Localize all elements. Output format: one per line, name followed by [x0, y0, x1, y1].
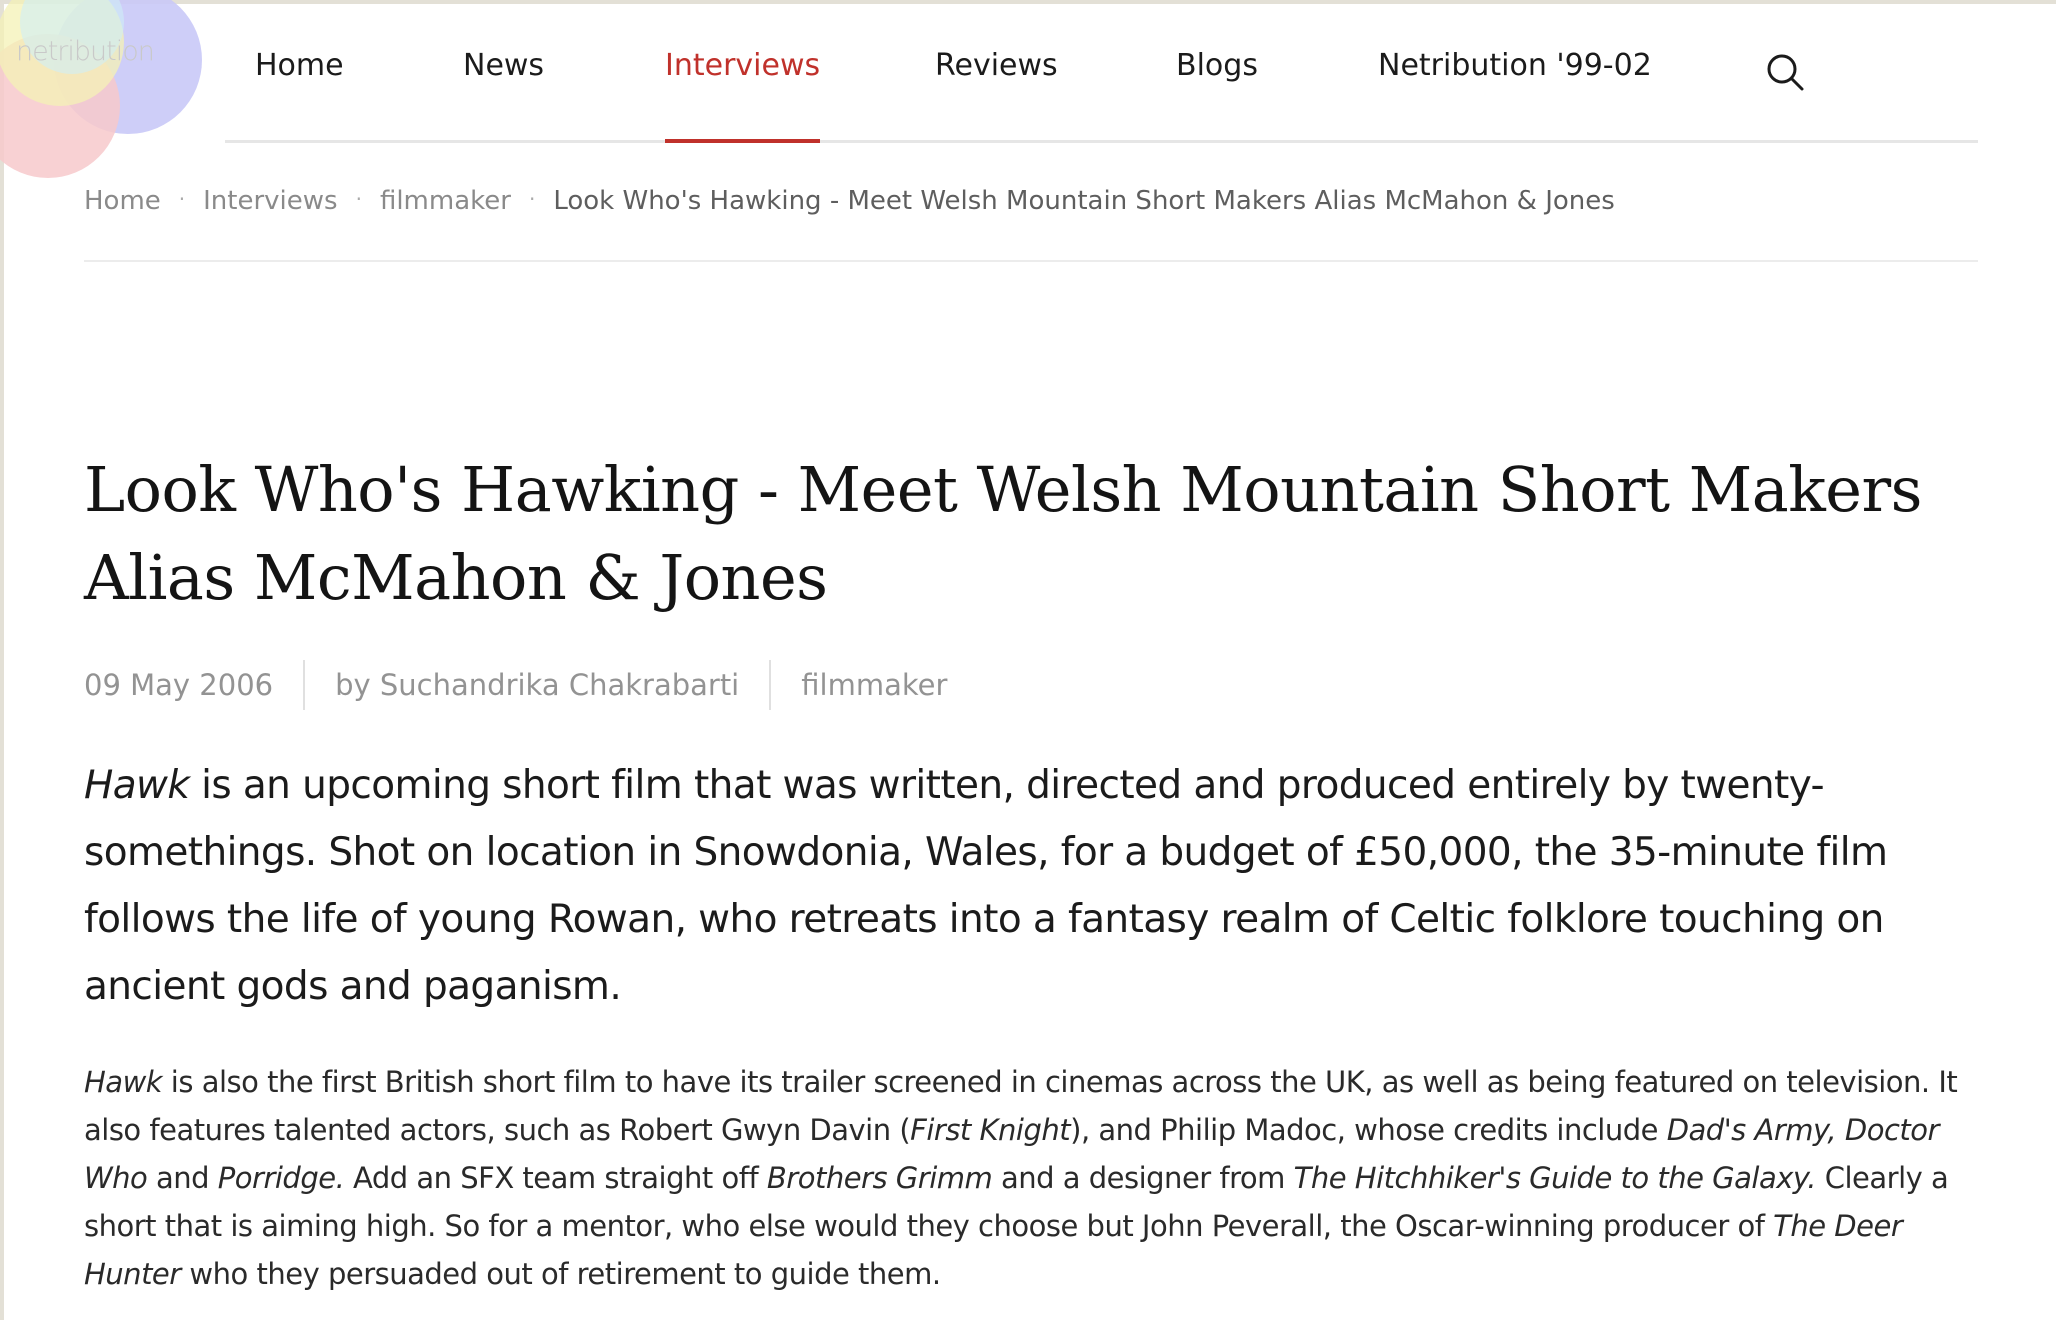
breadcrumb-separator: · — [178, 187, 186, 211]
article-lead: Hawk is an upcoming short film that was … — [84, 752, 1984, 1020]
site-logo[interactable]: netribution — [0, 0, 210, 185]
film-title: Porridge. — [217, 1161, 345, 1195]
article-title: Look Who's Hawking - Meet Welsh Mountain… — [84, 453, 1922, 614]
nav-blogs[interactable]: Blogs — [1176, 48, 1258, 140]
article-tag-link[interactable]: filmmaker — [801, 668, 947, 702]
logo-circles-graphic — [0, 0, 202, 178]
body-text: ), and Philip Madoc, whose credits inclu… — [1070, 1113, 1667, 1147]
breadcrumb-current: Look Who's Hawking - Meet Welsh Mountain… — [553, 186, 1615, 216]
body-text: who they persuaded out of retirement to … — [180, 1257, 941, 1291]
breadcrumb-home[interactable]: Home — [84, 186, 161, 216]
film-title: Hawk — [84, 1065, 163, 1099]
body-text: Add an SFX team straight off — [344, 1161, 767, 1195]
search-button[interactable] — [1765, 52, 1805, 92]
article-meta: 09 May 2006 by Suchandrika Chakrabarti f… — [84, 660, 977, 710]
body-text: and a designer from — [992, 1161, 1294, 1195]
article-body-paragraph: Hawk is also the first British short fil… — [84, 1058, 1984, 1298]
nav-interviews[interactable]: Interviews — [665, 48, 821, 143]
breadcrumb-interviews[interactable]: Interviews — [203, 186, 337, 216]
main-nav: Home News Interviews Reviews Blogs Netri… — [225, 0, 1978, 143]
film-title: Brothers Grimm — [766, 1161, 993, 1195]
nav-netribution-99-02[interactable]: Netribution '99-02 — [1378, 48, 1652, 140]
article-author: by Suchandrika Chakrabarti — [303, 660, 769, 710]
article-date: 09 May 2006 — [84, 668, 274, 702]
search-icon — [1767, 54, 1804, 91]
nav-home[interactable]: Home — [255, 48, 344, 140]
breadcrumb: Home · Interviews · filmmaker · Look Who's Haw… — [84, 186, 1978, 262]
film-title: Hawk — [84, 763, 190, 808]
breadcrumb-filmmaker[interactable]: filmmaker — [380, 186, 511, 216]
nav-news[interactable]: News — [463, 48, 544, 140]
film-title: First Knight — [910, 1113, 1071, 1147]
film-title: The Hitchhiker's Guide to the Galaxy. — [1293, 1161, 1817, 1195]
breadcrumb-separator: · — [528, 187, 536, 211]
nav-reviews[interactable]: Reviews — [935, 48, 1058, 140]
body-text: and — [147, 1161, 218, 1195]
breadcrumb-separator: · — [355, 187, 362, 211]
logo-text: netribution — [16, 36, 155, 67]
lead-text: is an upcoming short film that was writt… — [84, 763, 1888, 1009]
